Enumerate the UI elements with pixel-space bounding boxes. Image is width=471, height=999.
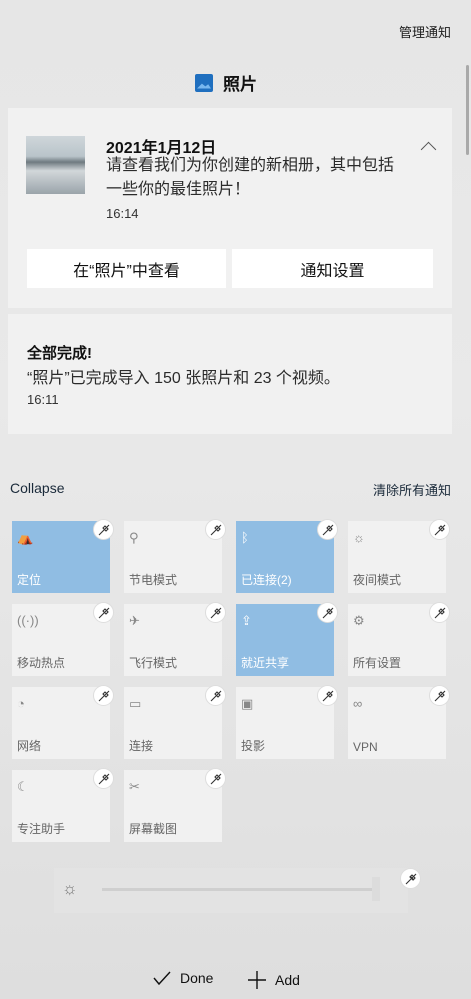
- unpin-icon[interactable]: [429, 519, 450, 540]
- vpn-icon: ∞: [353, 696, 363, 711]
- app-header: 照片: [195, 70, 257, 95]
- tile-label: VPN: [353, 740, 378, 754]
- unpin-icon[interactable]: [317, 685, 338, 706]
- tile-label: 就近共享: [241, 656, 290, 670]
- bluetooth-icon: ᛒ: [241, 530, 249, 545]
- unpin-icon[interactable]: [205, 602, 226, 623]
- unpin-icon[interactable]: [93, 602, 114, 623]
- notification-settings-button[interactable]: 通知设置: [232, 249, 433, 288]
- notification-title: 全部完成!: [27, 345, 92, 362]
- unpin-icon[interactable]: [429, 602, 450, 623]
- project-icon: ▣: [241, 696, 254, 711]
- tile-label: 投影: [241, 739, 266, 753]
- location-icon: ⛺: [17, 530, 34, 545]
- network-icon: ◔: [17, 696, 25, 711]
- notification-time: 16:11: [27, 392, 59, 407]
- notification-card-album[interactable]: 2021年1月12日 请查看我们为你创建的新相册，其中包括一些你的最佳照片！ 1…: [8, 108, 452, 308]
- view-in-photos-button[interactable]: 在“照片”中查看: [27, 249, 226, 288]
- app-name: 照片: [223, 75, 257, 94]
- gear-icon: ⚙: [353, 613, 365, 628]
- hotspot-icon: ((·)): [17, 613, 39, 628]
- unpin-icon[interactable]: [400, 868, 421, 889]
- sun-icon: ☼: [62, 879, 78, 898]
- screen-snip-icon: ✂: [129, 779, 140, 794]
- notification-card-import[interactable]: 全部完成! “照片”已完成导入 150 张照片和 23 个视频。 16:11: [8, 314, 452, 434]
- clear-all-notifications-button[interactable]: 清除所有通知: [373, 480, 451, 499]
- brightness-track[interactable]: [102, 888, 380, 891]
- unpin-icon[interactable]: [93, 685, 114, 706]
- tile-label: 节电模式: [129, 573, 178, 587]
- tile-label: 所有设置: [353, 656, 402, 670]
- tile-label: 飞行模式: [129, 656, 178, 670]
- unpin-icon[interactable]: [205, 685, 226, 706]
- done-button[interactable]: Done: [152, 970, 213, 986]
- tile-label: 屏幕截图: [129, 822, 178, 836]
- notification-thumbnail: [26, 136, 85, 194]
- done-label: Done: [180, 970, 214, 986]
- brightness-slider[interactable]: ☼: [54, 868, 408, 913]
- focus-assist-icon: ☾: [17, 779, 29, 794]
- unpin-icon[interactable]: [317, 602, 338, 623]
- connect-icon: ▭: [129, 696, 142, 711]
- tile-label: 定位: [17, 573, 42, 587]
- notification-body: 请查看我们为你创建的新相册，其中包括一些你的最佳照片！: [106, 154, 406, 202]
- collapse-button[interactable]: Collapse: [10, 480, 64, 496]
- check-icon: [153, 971, 171, 986]
- unpin-icon[interactable]: [205, 519, 226, 540]
- airplane-icon: ✈: [129, 613, 140, 628]
- plus-icon: [248, 971, 266, 989]
- manage-notifications-link[interactable]: 管理通知: [399, 22, 451, 41]
- unpin-icon[interactable]: [317, 519, 338, 540]
- brightness-thumb[interactable]: [372, 877, 380, 901]
- tile-label: 专注助手: [17, 822, 66, 836]
- tile-label: 网络: [17, 739, 42, 753]
- notification-body: “照片”已完成导入 150 张照片和 23 个视频。: [27, 370, 340, 387]
- tile-label: 连接: [129, 739, 154, 753]
- unpin-icon[interactable]: [93, 768, 114, 789]
- nearby-share-icon: ⇪: [241, 613, 252, 628]
- tile-label: 已连接(2): [241, 573, 292, 587]
- notification-time: 16:14: [106, 206, 139, 221]
- scrollbar[interactable]: [466, 65, 469, 155]
- photos-app-icon: [195, 73, 213, 92]
- unpin-icon[interactable]: [429, 685, 450, 706]
- notification-body-text: 请查看我们为你创建的新相册，其中包括一些你的最佳照片！: [106, 157, 395, 198]
- add-label: Add: [275, 972, 300, 988]
- collapse-chevron-icon[interactable]: [420, 141, 437, 158]
- add-button[interactable]: Add: [247, 970, 300, 990]
- unpin-icon[interactable]: [93, 519, 114, 540]
- tile-label: 夜间模式: [353, 573, 402, 587]
- battery-saver-icon: ⚲: [129, 530, 139, 545]
- night-light-icon: ☼: [353, 530, 365, 545]
- unpin-icon[interactable]: [205, 768, 226, 789]
- tile-label: 移动热点: [17, 656, 66, 670]
